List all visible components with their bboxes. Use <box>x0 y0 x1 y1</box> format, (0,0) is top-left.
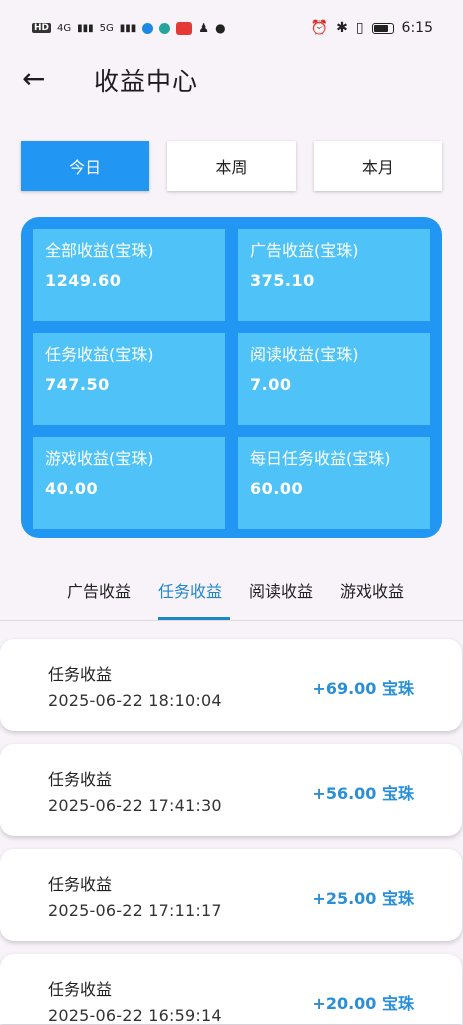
tab-ads[interactable]: 广告收益 <box>67 578 131 602</box>
clock: 6:15 <box>401 20 433 36</box>
category-tabs: 广告收益 任务收益 阅读收益 游戏收益 <box>0 568 463 621</box>
bell-icon: ⏰ <box>310 20 329 36</box>
app-notification-icon <box>176 21 193 35</box>
record-amount: +56.00 宝珠 <box>312 784 414 803</box>
stat-value: 747.50 <box>45 375 110 394</box>
stat-tasks: 任务收益(宝珠) 747.50 <box>33 333 225 425</box>
list-item[interactable]: 任务收益 2025-06-22 17:11:17 +25.00 宝珠 <box>0 849 462 941</box>
active-tab-indicator <box>158 617 230 620</box>
stat-label: 广告收益(宝珠) <box>250 241 359 260</box>
tab-reading[interactable]: 阅读收益 <box>249 578 313 602</box>
stat-value: 60.00 <box>250 479 304 498</box>
chat-icon: ● <box>215 21 226 35</box>
qq-icon: ♟ <box>198 21 210 35</box>
app-notification-icon <box>159 22 171 34</box>
page-title: 收益中心 <box>94 67 199 96</box>
tab-week[interactable]: 本周 <box>167 141 296 191</box>
tab-tasks[interactable]: 任务收益 <box>158 578 222 602</box>
record-time: 2025-06-22 16:59:14 <box>48 1006 222 1025</box>
record-title: 任务收益 <box>48 980 113 999</box>
bluetooth-icon: ✱ <box>336 20 348 36</box>
stat-label: 全部收益(宝珠) <box>45 241 154 260</box>
record-title: 任务收益 <box>48 665 113 684</box>
tab-month[interactable]: 本月 <box>313 141 442 191</box>
stat-value: 375.10 <box>250 271 315 290</box>
period-tabs: 今日 本周 本月 <box>21 141 442 191</box>
record-amount: +20.00 宝珠 <box>312 994 414 1013</box>
arrow-left-icon[interactable]: ← <box>22 64 45 94</box>
stat-value: 40.00 <box>45 479 99 498</box>
app-notification-icon <box>142 22 154 34</box>
status-right: ⏰ ✱ ▯ 6:15 <box>311 20 433 36</box>
signal-icon: ▮▮▮ <box>77 22 94 34</box>
stat-value: 1249.60 <box>45 271 122 290</box>
app-bar: ← 收益中心 <box>0 56 463 106</box>
list-item[interactable]: 任务收益 2025-06-22 16:59:14 +20.00 宝珠 <box>0 954 462 1025</box>
battery-icon <box>371 22 394 34</box>
stat-label: 游戏收益(宝珠) <box>45 449 154 468</box>
record-time: 2025-06-22 17:41:30 <box>48 796 222 815</box>
stat-label: 每日任务收益(宝珠) <box>250 449 391 468</box>
stat-daily-tasks: 每日任务收益(宝珠) 60.00 <box>238 437 430 529</box>
record-amount: +69.00 宝珠 <box>312 679 414 698</box>
record-title: 任务收益 <box>48 875 113 894</box>
tab-games[interactable]: 游戏收益 <box>340 578 404 602</box>
stat-games: 游戏收益(宝珠) 40.00 <box>33 437 225 529</box>
stat-reading: 阅读收益(宝珠) 7.00 <box>238 333 430 425</box>
stat-label: 阅读收益(宝珠) <box>250 345 359 364</box>
signal-icon: ▮▮▮ <box>119 22 137 34</box>
record-time: 2025-06-22 18:10:04 <box>48 691 222 710</box>
stat-ads: 广告收益(宝珠) 375.10 <box>238 229 430 321</box>
record-amount: +25.00 宝珠 <box>312 889 414 908</box>
stat-value: 7.00 <box>250 375 292 394</box>
tab-today[interactable]: 今日 <box>21 141 150 191</box>
signal-5g: 5G <box>99 22 114 34</box>
stat-label: 任务收益(宝珠) <box>45 345 154 364</box>
hd-badge: HD <box>32 23 52 33</box>
status-bar: HD 4G ▮▮▮ 5G ▮▮▮ ♟ ● ⏰ ✱ ▯ 6:15 <box>0 0 463 56</box>
status-left: HD 4G ▮▮▮ 5G ▮▮▮ ♟ ● <box>32 21 226 35</box>
record-title: 任务收益 <box>48 770 113 789</box>
signal-4g: 4G <box>57 22 72 34</box>
list-item[interactable]: 任务收益 2025-06-22 18:10:04 +69.00 宝珠 <box>0 639 462 731</box>
vibrate-icon: ▯ <box>355 20 364 36</box>
record-time: 2025-06-22 17:11:17 <box>48 901 222 920</box>
list-item[interactable]: 任务收益 2025-06-22 17:41:30 +56.00 宝珠 <box>0 744 462 836</box>
earnings-summary-card: 全部收益(宝珠) 1249.60 广告收益(宝珠) 375.10 任务收益(宝珠… <box>21 217 442 538</box>
stat-total: 全部收益(宝珠) 1249.60 <box>33 229 225 321</box>
